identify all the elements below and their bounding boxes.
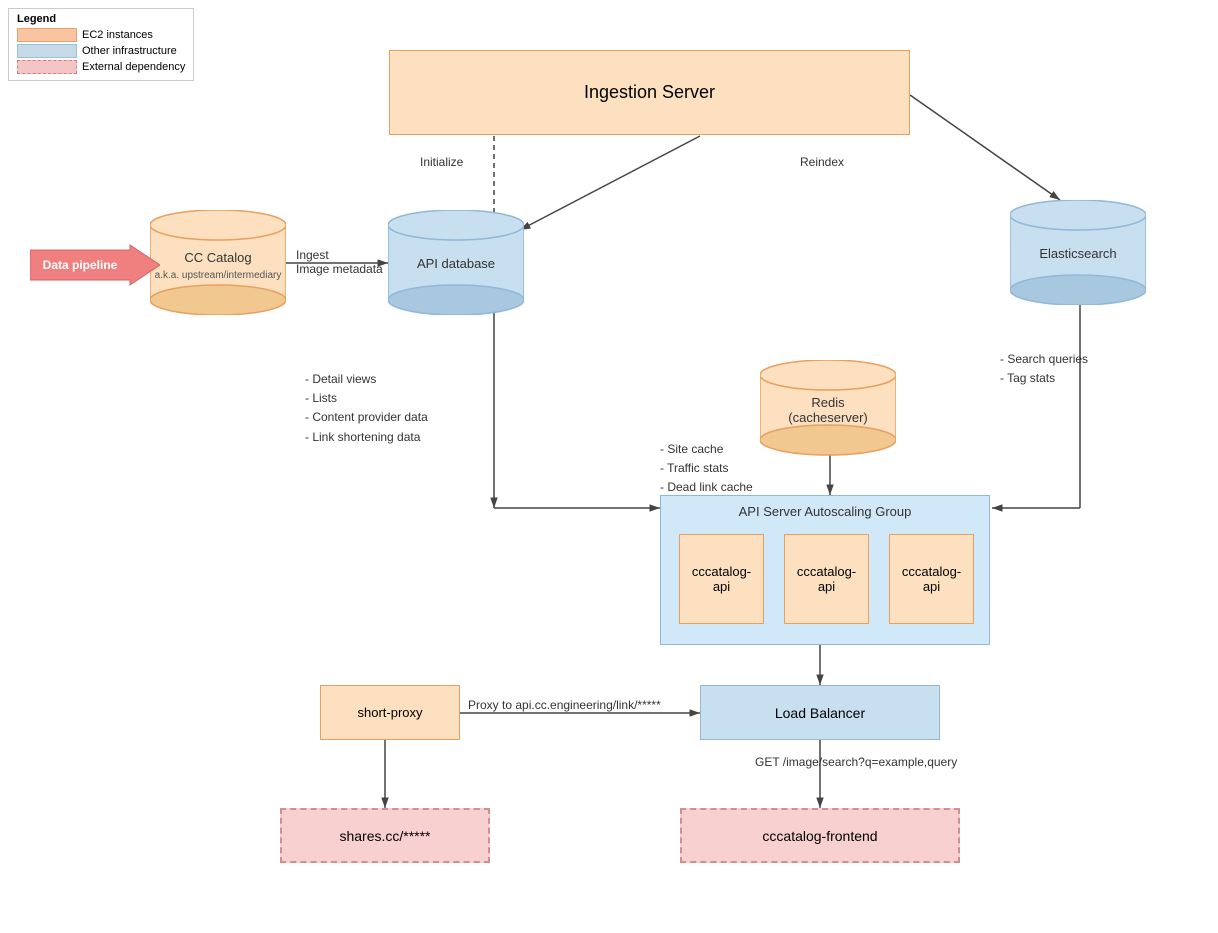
legend-item-external: External dependency (17, 60, 185, 74)
cccatalog-frontend-label: cccatalog-frontend (762, 828, 877, 844)
initialize-label: Initialize (420, 155, 463, 169)
legend-color-external (17, 60, 77, 74)
load-balancer-box: Load Balancer (700, 685, 940, 740)
svg-text:(cacheserver): (cacheserver) (788, 410, 867, 425)
cccatalog-api-label-1: cccatalog- api (692, 564, 751, 594)
shares-cc-box: shares.cc/***** (280, 808, 490, 863)
cccatalog-api-box-2: cccatalog- api (784, 534, 869, 624)
legend: Legend EC2 instances Other infrastructur… (8, 8, 194, 81)
redis-cylinder: Redis (cacheserver) (760, 360, 896, 460)
redis-cache-label: - Site cache - Traffic stats - Dead link… (660, 440, 753, 498)
autoscaling-group-label: API Server Autoscaling Group (661, 504, 989, 519)
legend-color-other (17, 44, 77, 58)
get-label: GET /image/search?q=example,query (755, 755, 957, 769)
legend-item-ec2: EC2 instances (17, 28, 185, 42)
legend-color-ec2 (17, 28, 77, 42)
cccatalog-api-label-2: cccatalog- api (797, 564, 856, 594)
legend-title: Legend (17, 13, 185, 25)
image-metadata-label: Image metadata (296, 262, 383, 276)
svg-text:Redis: Redis (811, 395, 845, 410)
data-pipeline-arrow-svg: Data pipeline (30, 240, 160, 290)
legend-label-other: Other infrastructure (82, 45, 177, 57)
ingestion-server-label: Ingestion Server (584, 82, 715, 103)
cccatalog-frontend-box: cccatalog-frontend (680, 808, 960, 863)
ingestion-server-box: Ingestion Server (389, 50, 910, 135)
arrows-layer (0, 0, 1218, 933)
redis-svg: Redis (cacheserver) (760, 360, 896, 460)
data-pipeline-container: Data pipeline (30, 240, 160, 290)
elasticsearch-svg: Elasticsearch (1010, 200, 1146, 305)
svg-text:CC Catalog: CC Catalog (184, 250, 251, 265)
svg-text:Data pipeline: Data pipeline (43, 258, 118, 272)
ingest-label: Ingest (296, 248, 329, 262)
proxy-label: Proxy to api.cc.engineering/link/***** (468, 698, 661, 712)
cccatalog-api-box-3: cccatalog- api (889, 534, 974, 624)
search-queries-label: - Search queries - Tag stats (1000, 350, 1088, 388)
load-balancer-label: Load Balancer (775, 705, 865, 721)
short-proxy-label: short-proxy (357, 705, 422, 720)
reindex-label: Reindex (800, 155, 844, 169)
legend-label-external: External dependency (82, 61, 185, 73)
svg-text:a.k.a. upstream/intermediary: a.k.a. upstream/intermediary (155, 270, 282, 281)
cccatalog-api-box-1: cccatalog- api (679, 534, 764, 624)
cc-catalog-cylinder: CC Catalog a.k.a. upstream/intermediary (150, 210, 286, 315)
api-db-details-label: - Detail views - Lists - Content provide… (305, 370, 428, 447)
svg-text:Elasticsearch: Elasticsearch (1039, 246, 1116, 261)
legend-item-other: Other infrastructure (17, 44, 185, 58)
cccatalog-api-label-3: cccatalog- api (902, 564, 961, 594)
svg-text:API database: API database (417, 256, 495, 271)
shares-cc-label: shares.cc/***** (339, 828, 430, 844)
elasticsearch-cylinder: Elasticsearch (1010, 200, 1146, 305)
api-database-cylinder: API database (388, 210, 524, 315)
cc-catalog-svg: CC Catalog a.k.a. upstream/intermediary (150, 210, 286, 315)
legend-label-ec2: EC2 instances (82, 29, 153, 41)
short-proxy-box: short-proxy (320, 685, 460, 740)
autoscaling-group-box: API Server Autoscaling Group cccatalog- … (660, 495, 990, 645)
api-database-svg: API database (388, 210, 524, 315)
